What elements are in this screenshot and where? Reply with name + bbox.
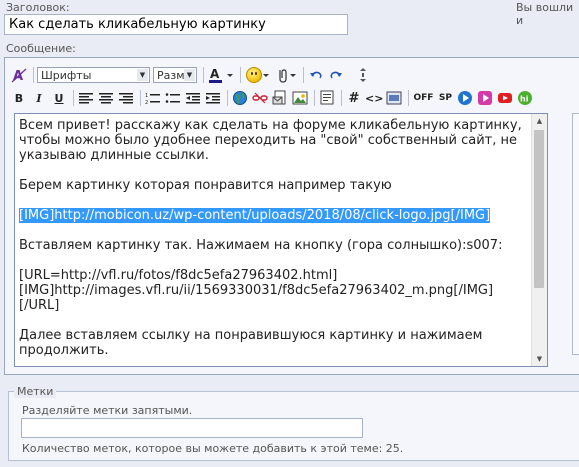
php-code-icon[interactable] — [385, 89, 403, 107]
video-icon[interactable] — [456, 89, 474, 107]
scrollbar-thumb[interactable] — [534, 130, 544, 288]
tags-count-text: Количество меток, которое вы можете доба… — [22, 442, 404, 455]
toolbar-separator — [240, 67, 241, 83]
side-panel — [572, 113, 579, 355]
redo-icon[interactable] — [327, 66, 345, 84]
clear-format-icon[interactable]: A — [10, 66, 28, 84]
indent-icon[interactable] — [204, 89, 222, 107]
title-label: Заголовок: — [6, 1, 70, 14]
tags-hint: Разделяйте метки запятыми. — [22, 404, 193, 417]
italic-button[interactable]: I — [30, 89, 48, 107]
code-button[interactable]: <> — [365, 89, 383, 107]
hash-button[interactable]: # — [345, 89, 363, 107]
align-right-icon[interactable] — [117, 89, 135, 107]
media-icon[interactable] — [476, 89, 494, 107]
smiley-button[interactable] — [244, 66, 272, 84]
message-label: Сообщение: — [6, 42, 76, 55]
size-select[interactable]: Разме ▼ — [153, 67, 197, 83]
resize-toggle-icon[interactable] — [354, 66, 372, 84]
message-text: Всем привет! расскажу как сделать на фор… — [19, 118, 534, 358]
smiley-icon — [246, 67, 262, 83]
attachment-button[interactable] — [274, 66, 298, 84]
toolbar-row-2: B I U 12 # <> OFF SP hi — [10, 87, 536, 109]
bold-button[interactable]: B — [10, 89, 28, 107]
toolbar-separator — [33, 67, 34, 83]
svg-text:1: 1 — [145, 93, 148, 99]
message-scrollbar[interactable]: ▲ ▼ — [531, 114, 547, 366]
toolbar-row-1: A Шрифты ▼ Разме ▼ A — [10, 64, 374, 86]
toolbar-separator — [140, 90, 141, 106]
toolbar-separator — [227, 90, 228, 106]
align-left-icon[interactable] — [77, 89, 95, 107]
numbered-list-icon[interactable]: 12 — [144, 89, 162, 107]
underline-button[interactable]: U — [50, 89, 68, 107]
font-color-button[interactable]: A — [207, 66, 235, 84]
toolbar-separator — [303, 67, 304, 83]
message-text-after: Вставляем картинку так. Нажимаем на кноп… — [19, 238, 503, 358]
message-textarea[interactable]: Всем привет! расскажу как сделать на фор… — [14, 113, 548, 367]
youtube-icon[interactable] — [496, 89, 514, 107]
toolbar-separator — [314, 90, 315, 106]
chevron-down-icon: ▼ — [137, 69, 148, 81]
quote-icon[interactable] — [318, 89, 336, 107]
svg-text:hi: hi — [520, 95, 529, 104]
svg-text:2: 2 — [145, 100, 148, 105]
title-input[interactable]: Как сделать кликабельную картинку — [4, 14, 348, 35]
selected-text: [IMG]http://mobicon.uz/wp-content/upload… — [19, 208, 491, 223]
svg-text:A: A — [210, 67, 220, 81]
undo-icon[interactable] — [307, 66, 325, 84]
toolbar-separator — [203, 67, 204, 83]
align-center-icon[interactable] — [97, 89, 115, 107]
unlink-icon[interactable] — [251, 89, 269, 107]
toolbar-separator — [73, 90, 74, 106]
message-text-before: Всем привет! расскажу как сделать на фор… — [19, 118, 522, 193]
toolbar-separator — [341, 90, 342, 106]
scroll-down-icon[interactable]: ▼ — [532, 352, 547, 366]
chevron-down-icon: ▼ — [184, 69, 195, 81]
hide-icon[interactable]: hi — [516, 89, 534, 107]
login-hint: Вы вошли и — [516, 1, 574, 27]
tags-input[interactable] — [21, 418, 363, 438]
insert-image-icon[interactable] — [291, 89, 309, 107]
toolbar-separator — [408, 90, 410, 106]
link-globe-icon[interactable] — [231, 89, 249, 107]
paperclip-icon — [279, 69, 287, 83]
email-link-icon[interactable] — [271, 89, 289, 107]
scroll-up-icon[interactable]: ▲ — [532, 114, 547, 128]
outdent-icon[interactable] — [184, 89, 202, 107]
bullet-list-icon[interactable] — [164, 89, 182, 107]
font-select-value: Шрифты — [41, 68, 92, 82]
tags-legend: Метки — [14, 385, 57, 398]
off-button[interactable]: OFF — [412, 89, 434, 107]
sp-button[interactable]: SP — [436, 89, 454, 107]
font-select[interactable]: Шрифты ▼ — [37, 67, 150, 83]
